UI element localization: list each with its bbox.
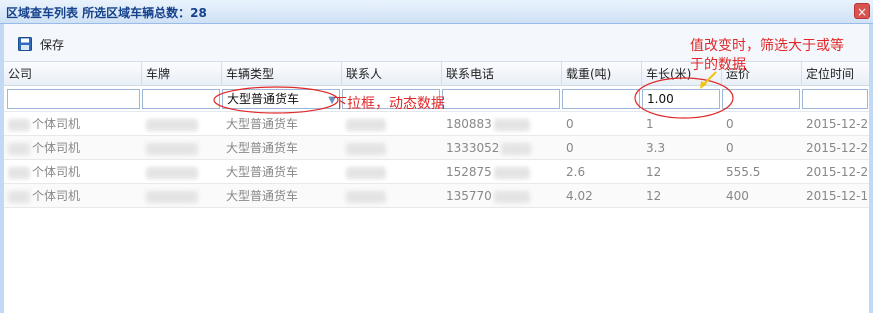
plate-cell bbox=[142, 136, 222, 160]
vehicle-type-filter-value: 大型普通货车 bbox=[227, 92, 300, 106]
column-header-contact[interactable]: 联系人 bbox=[342, 62, 442, 86]
save-button[interactable]: 保存 bbox=[18, 35, 64, 53]
filter-annotation-line-1: 值改变时，筛选大于或等 bbox=[690, 38, 844, 54]
redacted-mark bbox=[8, 166, 30, 179]
dropdown-annotation: 下拉框，动态数据 bbox=[333, 96, 445, 112]
time-cell: 2015-12-20 bbox=[806, 117, 869, 131]
contact-cell bbox=[342, 160, 442, 184]
load-cell: 4.02 bbox=[566, 189, 593, 203]
company-cell: 个体司机 bbox=[4, 184, 142, 208]
phone-cell: 152875 bbox=[442, 160, 562, 184]
redacted-mark bbox=[493, 166, 530, 179]
redacted-mark bbox=[493, 190, 530, 203]
time-filter-input[interactable] bbox=[802, 89, 868, 109]
redacted-mark bbox=[146, 142, 198, 155]
redacted-mark bbox=[493, 118, 530, 131]
company-cell: 个体司机 bbox=[4, 160, 142, 184]
redacted-mark bbox=[346, 190, 386, 203]
contact-cell bbox=[342, 112, 442, 136]
price-cell: 555.5 bbox=[726, 165, 761, 179]
save-icon bbox=[18, 37, 32, 51]
load-cell: 2.6 bbox=[566, 165, 586, 179]
length-cell: 12 bbox=[646, 189, 662, 203]
redacted-mark bbox=[8, 190, 30, 203]
company-filter-input[interactable] bbox=[7, 89, 140, 109]
length-filter-input[interactable]: 1.00 bbox=[642, 89, 720, 109]
phone-cell: 1333052 bbox=[442, 136, 562, 160]
table-row[interactable]: 个体司机 大型普通货车 152875 2.6 12 555.5 2015-12-… bbox=[4, 160, 869, 184]
redacted-mark bbox=[8, 118, 30, 131]
price-filter-input[interactable] bbox=[722, 89, 800, 109]
window-title: 区域查车列表 所选区域车辆总数：28 bbox=[6, 6, 207, 20]
redacted-mark bbox=[346, 166, 386, 179]
length-cell: 3.3 bbox=[646, 141, 666, 155]
column-header-vehicle-type[interactable]: 车辆类型 bbox=[222, 62, 342, 86]
type-cell: 大型普通货车 bbox=[226, 165, 299, 179]
column-header-phone[interactable]: 联系电话 bbox=[442, 62, 562, 86]
column-header-load[interactable]: 载重(吨) bbox=[562, 62, 642, 86]
type-cell: 大型普通货车 bbox=[226, 141, 299, 155]
redacted-mark bbox=[346, 118, 386, 131]
company-cell: 个体司机 bbox=[4, 112, 142, 136]
phone-filter-input[interactable] bbox=[442, 89, 560, 109]
time-cell: 2015-12-20 bbox=[806, 141, 869, 155]
length-cell: 12 bbox=[646, 165, 662, 179]
plate-filter-input[interactable] bbox=[142, 89, 220, 109]
time-cell: 2015-12-20 bbox=[806, 165, 869, 179]
plate-cell bbox=[142, 112, 222, 136]
length-cell: 1 bbox=[646, 117, 654, 131]
column-header-time[interactable]: 定位时间 bbox=[802, 62, 869, 86]
company-cell: 个体司机 bbox=[4, 136, 142, 160]
price-cell: 400 bbox=[726, 189, 749, 203]
close-icon[interactable]: × bbox=[854, 3, 870, 19]
type-cell: 大型普通货车 bbox=[226, 189, 299, 203]
table-row[interactable]: 个体司机 大型普通货车 135770 4.02 12 400 2015-12-1… bbox=[4, 184, 869, 208]
price-cell: 0 bbox=[726, 141, 734, 155]
load-cell: 0 bbox=[566, 141, 574, 155]
redacted-mark bbox=[346, 142, 386, 155]
redacted-mark bbox=[501, 142, 532, 155]
redacted-mark bbox=[146, 166, 198, 179]
redacted-mark bbox=[8, 142, 30, 155]
load-filter-input[interactable] bbox=[562, 89, 640, 109]
phone-cell: 180883 bbox=[442, 112, 562, 136]
phone-cell: 135770 bbox=[442, 184, 562, 208]
column-header-plate[interactable]: 车牌 bbox=[142, 62, 222, 86]
load-cell: 0 bbox=[566, 117, 574, 131]
vehicle-type-filter-select[interactable]: 大型普通货车 ▼ bbox=[222, 89, 340, 109]
price-cell: 0 bbox=[726, 117, 734, 131]
filter-annotation-line-2: 于的数据 bbox=[690, 57, 746, 73]
plate-cell bbox=[142, 184, 222, 208]
type-cell: 大型普通货车 bbox=[226, 117, 299, 131]
save-button-label: 保存 bbox=[40, 37, 65, 52]
time-cell: 2015-12-15 bbox=[806, 189, 869, 203]
plate-cell bbox=[142, 160, 222, 184]
table-row[interactable]: 个体司机 大型普通货车 1333052 0 3.3 0 2015-12-20 bbox=[4, 136, 869, 160]
column-header-company[interactable]: 公司 bbox=[4, 62, 142, 86]
table-row[interactable]: 个体司机 大型普通货车 180883 0 1 0 2015-12-20 bbox=[4, 112, 869, 136]
window-titlebar: 区域查车列表 所选区域车辆总数：28 × bbox=[0, 0, 873, 24]
redacted-mark bbox=[146, 190, 198, 203]
contact-cell bbox=[342, 136, 442, 160]
redacted-mark bbox=[146, 118, 198, 131]
contact-cell bbox=[342, 184, 442, 208]
